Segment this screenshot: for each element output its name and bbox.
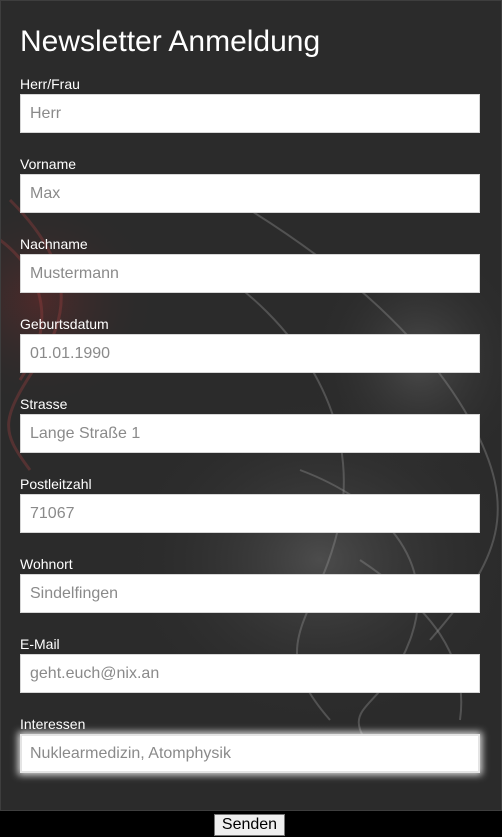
last-name-input[interactable] <box>20 254 480 293</box>
interests-field: Interessen <box>20 715 480 773</box>
postal-code-field: Postleitzahl <box>20 475 480 533</box>
salutation-label: Herr/Frau <box>20 76 80 92</box>
salutation-field: Herr/Frau <box>20 75 480 133</box>
birthdate-field: Geburtsdatum <box>20 315 480 373</box>
postal-code-input[interactable] <box>20 494 480 533</box>
page-title: Newsletter Anmeldung <box>20 25 321 58</box>
birthdate-label: Geburtsdatum <box>20 316 109 332</box>
first-name-label: Vorname <box>20 156 77 172</box>
birthdate-input[interactable] <box>20 334 480 373</box>
street-field: Strasse <box>20 395 480 453</box>
email-label: E-Mail <box>20 636 60 652</box>
email-field: E-Mail <box>20 635 480 693</box>
first-name-field: Vorname <box>20 155 480 213</box>
city-label: Wohnort <box>20 556 73 572</box>
first-name-input[interactable] <box>20 174 480 213</box>
street-input[interactable] <box>20 414 480 453</box>
city-input[interactable] <box>20 574 480 613</box>
last-name-label: Nachname <box>20 236 88 252</box>
interests-label: Interessen <box>20 716 86 732</box>
postal-code-label: Postleitzahl <box>20 476 92 492</box>
salutation-input[interactable] <box>20 94 480 133</box>
submit-button[interactable]: Senden <box>214 814 285 836</box>
form-panel: Newsletter Anmeldung Herr/Frau Vorname N… <box>0 0 502 811</box>
city-field: Wohnort <box>20 555 480 613</box>
interests-input[interactable] <box>20 734 480 773</box>
last-name-field: Nachname <box>20 235 480 293</box>
street-label: Strasse <box>20 396 68 412</box>
email-input[interactable] <box>20 654 480 693</box>
